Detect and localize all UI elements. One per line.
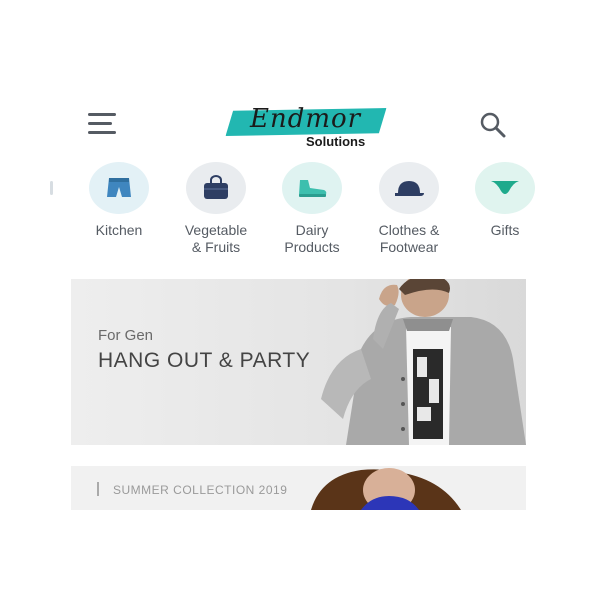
category-icon-circle xyxy=(186,162,246,214)
logo-script-text: Endmor xyxy=(250,104,362,134)
menu-line xyxy=(88,113,116,116)
logo-subtitle: Solutions xyxy=(306,134,366,149)
banner-title: HANG OUT & PARTY xyxy=(98,349,311,372)
promo-banner-hangout[interactable]: For Gen HANG OUT & PARTY xyxy=(71,279,526,445)
handbag-icon xyxy=(204,175,228,199)
category-label: Dairy Products xyxy=(284,222,340,255)
cap-icon xyxy=(395,181,424,196)
model-image xyxy=(321,279,526,445)
menu-line xyxy=(88,131,116,134)
category-icon-circle xyxy=(379,162,439,214)
category-icon-circle xyxy=(89,162,149,214)
swimwear-icon xyxy=(491,181,519,194)
category-kitchen[interactable]: Kitchen xyxy=(64,162,174,239)
banner-divider xyxy=(97,482,99,496)
menu-button[interactable] xyxy=(86,110,120,138)
shorts-icon xyxy=(107,178,131,197)
banner-title: SUMMER COLLECTION 2019 xyxy=(113,483,288,497)
category-icon-circle xyxy=(475,162,535,214)
category-label: Kitchen xyxy=(95,222,143,238)
category-icon-circle xyxy=(282,162,342,214)
category-label: Vegetable & Fruits xyxy=(184,222,248,255)
menu-line xyxy=(88,122,112,125)
search-icon[interactable] xyxy=(478,110,508,140)
category-clothes-footwear[interactable]: Clothes & Footwear xyxy=(354,162,464,256)
model-image xyxy=(311,468,461,510)
promo-banner-summer[interactable]: SUMMER COLLECTION 2019 xyxy=(71,466,526,510)
category-row: Kitchen Vegetable & Fruits Dairy Product… xyxy=(0,162,600,262)
banner-subtitle: For Gen xyxy=(98,327,154,344)
brand-logo[interactable]: Endmor Solutions xyxy=(228,100,388,154)
sneaker-icon xyxy=(299,180,327,197)
category-label: Clothes & Footwear xyxy=(378,222,440,255)
category-label: Gifts xyxy=(490,222,520,238)
category-gifts[interactable]: Gifts xyxy=(450,162,560,239)
category-dairy-products[interactable]: Dairy Products xyxy=(257,162,367,256)
category-vegetable-fruits[interactable]: Vegetable & Fruits xyxy=(161,162,271,256)
